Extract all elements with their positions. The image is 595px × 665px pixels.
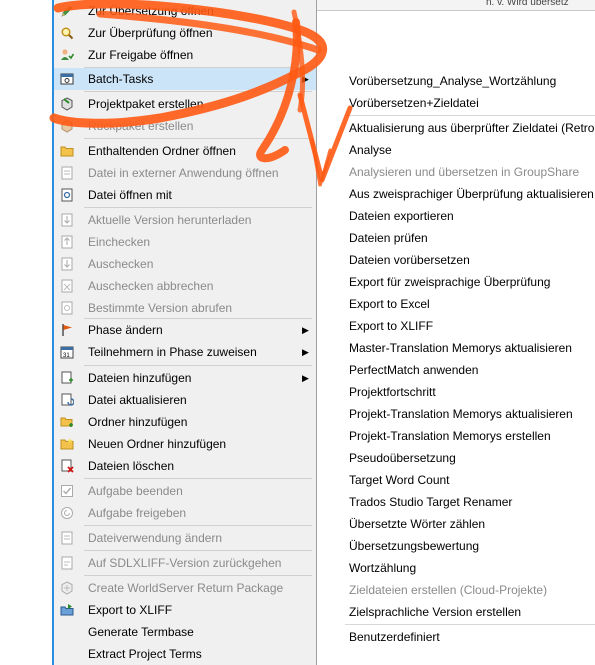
submenu-item-update-project-tms[interactable]: Projekt-Translation Memorys aktualisiere… bbox=[317, 403, 595, 425]
folder-open-icon bbox=[60, 146, 74, 157]
return-package-icon bbox=[61, 119, 73, 133]
menu-item-update-file[interactable]: Datei aktualisieren bbox=[54, 389, 316, 411]
submenu-item-analyse-translate-groupshare[interactable]: Analysieren und übersetzen in GroupShare bbox=[317, 161, 595, 183]
worldserver-icon bbox=[61, 581, 73, 595]
background-status-text: n. v. Wird übersetz bbox=[486, 0, 569, 8]
menu-item-download-latest[interactable]: Aktuelle Version herunterladen bbox=[54, 209, 316, 231]
submenu-item-pretranslate-files[interactable]: Dateien vorübersetzen bbox=[317, 249, 595, 271]
submenu-item-word-count[interactable]: Wortzählung bbox=[317, 557, 595, 579]
context-menu: Zur Übersetzung öffnen Zur Überprüfung ö… bbox=[54, 0, 317, 665]
submenu-item-pretranslate-analyse-wordcount[interactable]: Vorübersetzung_Analyse_Wortzählung bbox=[317, 70, 595, 92]
menu-item-open-containing-folder[interactable]: Enthaltenden Ordner öffnen bbox=[54, 140, 316, 162]
submenu-item-update-from-bilingual-review[interactable]: Aus zweisprachiger Überprüfung aktualisi… bbox=[317, 183, 595, 205]
submenu-item-target-word-count[interactable]: Target Word Count bbox=[317, 469, 595, 491]
external-app-icon bbox=[61, 166, 73, 180]
submenu-item-pseudo-translate[interactable]: Pseudoübersetzung bbox=[317, 447, 595, 469]
menu-item-create-project-package[interactable]: Projektpaket erstellen bbox=[54, 93, 316, 115]
submenu-item-count-translated-words[interactable]: Übersetzte Wörter zählen bbox=[317, 513, 595, 535]
release-task-icon bbox=[61, 507, 73, 519]
menu-item-add-folder[interactable]: Ordner hinzufügen bbox=[54, 411, 316, 433]
user-sign-off-icon bbox=[61, 49, 74, 60]
menu-item-revert-sdlxliff[interactable]: Auf SDLXLIFF-Version zurückgehen bbox=[54, 552, 316, 574]
submenu-item-export-files[interactable]: Dateien exportieren bbox=[317, 205, 595, 227]
menu-item-release-task[interactable]: Aufgabe freigeben bbox=[54, 502, 316, 524]
flag-icon bbox=[62, 324, 72, 336]
calendar-icon: 31 bbox=[60, 346, 74, 359]
menu-item-open-signoff[interactable]: Zur Freigabe öffnen bbox=[54, 44, 316, 66]
submenu-item-verify-files[interactable]: Dateien prüfen bbox=[317, 227, 595, 249]
submenu-item-analyse[interactable]: Analyse bbox=[317, 139, 595, 161]
submenu-arrow-icon: ▶ bbox=[302, 373, 309, 383]
add-folder-icon bbox=[60, 417, 73, 427]
menu-item-create-worldserver-return-package[interactable]: Create WorldServer Return Package bbox=[54, 577, 316, 599]
check-out-icon bbox=[61, 257, 73, 271]
menu-item-get-specific-version[interactable]: Bestimmte Version abrufen bbox=[54, 297, 316, 319]
submenu-arrow-icon: ▶ bbox=[302, 325, 309, 335]
submenu-item-target-renamer[interactable]: Trados Studio Target Renamer bbox=[317, 491, 595, 513]
get-version-icon bbox=[61, 301, 73, 315]
submenu-item-export-bilingual-review[interactable]: Export für zweisprachige Überprüfung bbox=[317, 271, 595, 293]
menu-item-open-translation[interactable]: Zur Übersetzung öffnen bbox=[54, 0, 316, 22]
magnifier-icon bbox=[61, 27, 74, 40]
submenu-item-create-target-files-cloud[interactable]: Zieldateien erstellen (Cloud-Projekte) bbox=[317, 579, 595, 601]
menu-item-open-review[interactable]: Zur Überprüfung öffnen bbox=[54, 22, 316, 44]
submenu-item-custom[interactable]: Benutzerdefiniert bbox=[317, 626, 595, 648]
add-files-icon bbox=[61, 371, 73, 384]
background-window-strip: n. v. Wird übersetz bbox=[316, 0, 595, 11]
menu-item-change-file-usage[interactable]: Dateiverwendung ändern bbox=[54, 527, 316, 549]
submenu-item-export-to-xliff[interactable]: Export to XLIFF bbox=[317, 315, 595, 337]
delete-files-icon bbox=[61, 459, 74, 473]
pencil-icon bbox=[61, 5, 73, 17]
menu-item-create-return-package[interactable]: Rückpaket erstellen bbox=[54, 115, 316, 137]
svg-text:31: 31 bbox=[63, 353, 70, 359]
menu-item-delete-files[interactable]: Dateien löschen bbox=[54, 455, 316, 477]
open-with-icon bbox=[61, 188, 73, 202]
submenu-item-translation-quality-assessment[interactable]: Übersetzungsbewertung bbox=[317, 535, 595, 557]
submenu-item-pretranslate-target[interactable]: Vorübersetzen+Zieldatei bbox=[317, 92, 595, 114]
menu-item-extract-project-terms[interactable]: Extract Project Terms bbox=[54, 643, 316, 665]
submenu-item-apply-perfectmatch[interactable]: PerfectMatch anwenden bbox=[317, 359, 595, 381]
menu-item-open-with[interactable]: Datei öffnen mit bbox=[54, 184, 316, 206]
submenu-item-export-to-excel[interactable]: Export to Excel bbox=[317, 293, 595, 315]
submenu-arrow-icon: ▶ bbox=[302, 347, 309, 357]
download-icon bbox=[61, 213, 73, 227]
menu-item-export-to-xliff[interactable]: Export to XLIFF bbox=[54, 599, 316, 621]
menu-item-batch-tasks[interactable]: Batch-Tasks ▶ bbox=[54, 68, 316, 90]
menu-item-check-out[interactable]: Auschecken bbox=[54, 253, 316, 275]
undo-checkout-icon bbox=[61, 279, 73, 293]
menu-item-open-external-app[interactable]: Datei in externer Anwendung öffnen bbox=[54, 162, 316, 184]
menu-item-add-files[interactable]: Dateien hinzufügen ▶ bbox=[54, 367, 316, 389]
export-xliff-icon bbox=[60, 604, 74, 616]
submenu-item-create-target-version[interactable]: Zielsprachliche Version erstellen bbox=[317, 601, 595, 623]
new-folder-icon bbox=[60, 438, 74, 450]
revert-icon bbox=[61, 556, 73, 570]
submenu-arrow-icon: ▶ bbox=[302, 74, 309, 84]
menu-item-add-new-folder[interactable]: Neuen Ordner hinzufügen bbox=[54, 433, 316, 455]
menu-item-check-in[interactable]: Einchecken bbox=[54, 231, 316, 253]
menu-item-assign-phase-participants[interactable]: 31 Teilnehmern in Phase zuweisen ▶ bbox=[54, 341, 316, 363]
update-file-icon bbox=[61, 393, 74, 406]
batch-tasks-icon bbox=[60, 73, 74, 85]
submenu-item-project-progress[interactable]: Projektfortschritt bbox=[317, 381, 595, 403]
package-create-icon bbox=[61, 97, 73, 111]
menu-item-change-phase[interactable]: Phase ändern ▶ bbox=[54, 319, 316, 341]
menu-item-generate-termbase[interactable]: Generate Termbase bbox=[54, 621, 316, 643]
file-usage-icon bbox=[61, 531, 73, 545]
submenu-item-update-from-reviewed-target[interactable]: Aktualisierung aus überprüfter Zieldatei… bbox=[317, 117, 595, 139]
menu-item-undo-check-out[interactable]: Auschecken abbrechen bbox=[54, 275, 316, 297]
submenu-item-update-master-tms[interactable]: Master-Translation Memorys aktualisieren bbox=[317, 337, 595, 359]
check-in-icon bbox=[61, 235, 73, 249]
complete-task-icon bbox=[61, 485, 73, 497]
menu-item-complete-task[interactable]: Aufgabe beenden bbox=[54, 480, 316, 502]
submenu-item-create-project-tms[interactable]: Projekt-Translation Memorys erstellen bbox=[317, 425, 595, 447]
batch-tasks-submenu: Vorübersetzung_Analyse_Wortzählung Vorüb… bbox=[316, 68, 595, 665]
